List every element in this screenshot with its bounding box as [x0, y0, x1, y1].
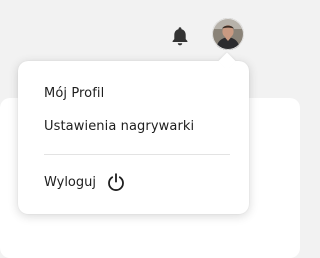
- logout-label: Wyloguj: [44, 174, 96, 190]
- logout-button[interactable]: Wyloguj: [44, 170, 126, 194]
- menu-item-my-profile[interactable]: Mój Profil: [44, 86, 104, 101]
- top-bar: [0, 0, 280, 60]
- menu-divider: [44, 154, 230, 155]
- bell-icon[interactable]: [168, 24, 192, 48]
- power-icon: [106, 172, 126, 192]
- user-avatar[interactable]: [212, 18, 244, 50]
- menu-item-recorder-settings[interactable]: Ustawienia nagrywarki: [44, 119, 194, 134]
